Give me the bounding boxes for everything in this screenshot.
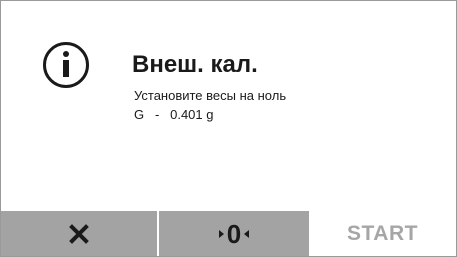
button-bar: 0 START xyxy=(1,211,456,256)
zero-digit: 0 xyxy=(226,218,242,249)
close-icon xyxy=(69,223,89,244)
dialog-message: Установите весы на ноль xyxy=(134,88,287,103)
start-button[interactable]: START xyxy=(309,211,456,256)
arrow-right-icon xyxy=(218,229,224,238)
zero-label: 0 xyxy=(218,218,250,249)
cancel-button[interactable] xyxy=(1,211,159,256)
info-icon xyxy=(43,42,89,88)
arrow-left-icon xyxy=(244,229,250,238)
dialog-title: Внеш. кал. xyxy=(132,51,258,78)
weight-reading: G - 0.401 g xyxy=(134,107,214,122)
calibration-screen: Внеш. кал. Установите весы на ноль G - 0… xyxy=(0,0,457,257)
zero-button[interactable]: 0 xyxy=(159,211,309,256)
